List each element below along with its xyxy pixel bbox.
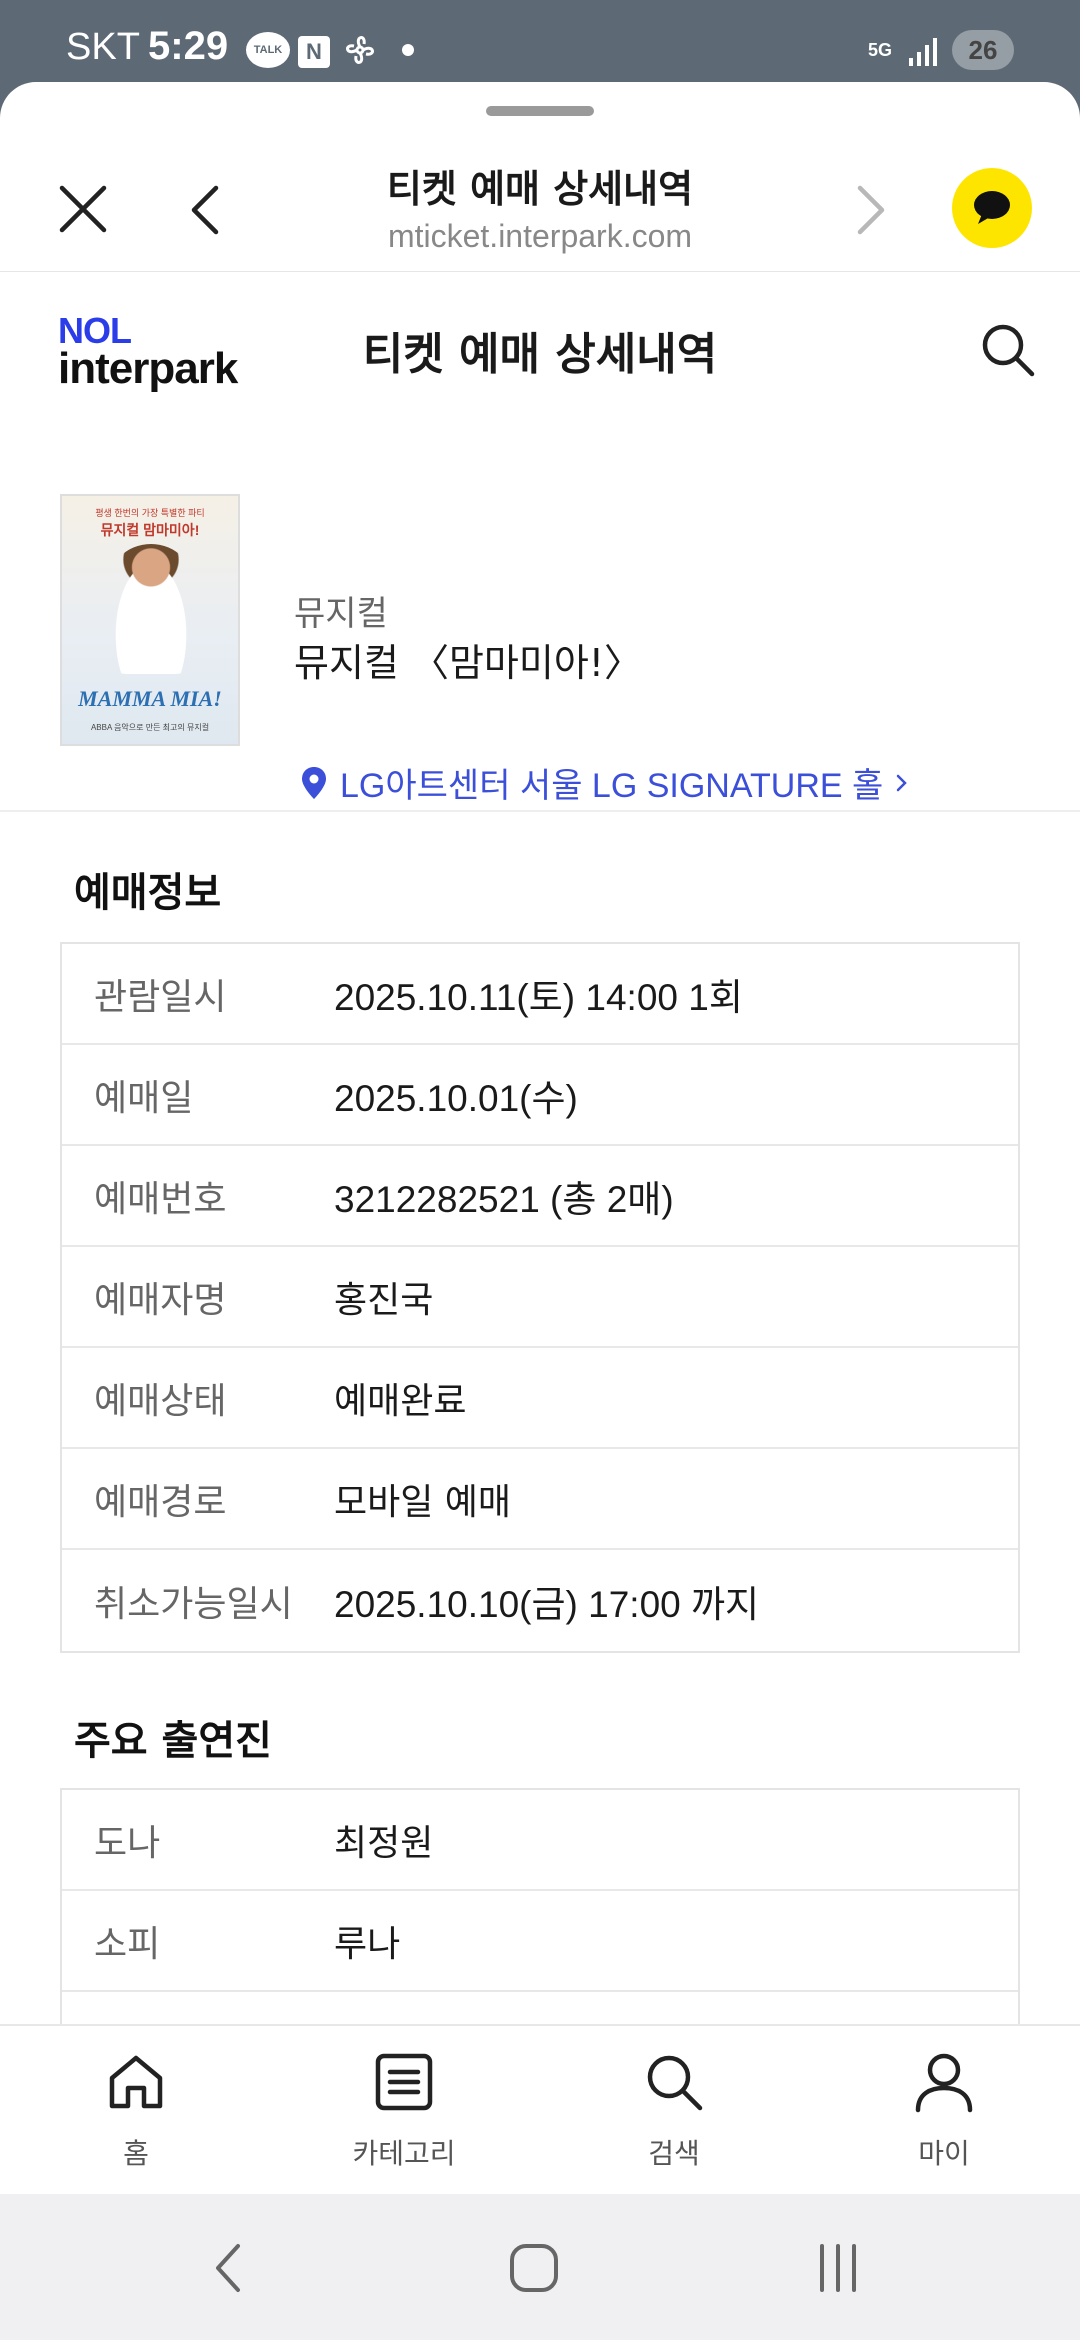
row-value: 최정원 bbox=[334, 1822, 434, 1864]
cast-title: 주요 출연진 bbox=[74, 1718, 272, 1764]
search-icon bbox=[647, 2055, 703, 2111]
product-summary: 평생 한번의 가장 특별한 파티 뮤지컬 맘마미아! MAMMA MIA! AB… bbox=[0, 432, 1080, 812]
booking-info-table: 관람일시 2025.10.11(토) 14:00 1회 예매일 2025.10.… bbox=[60, 942, 1020, 1653]
table-row: 관람일시 2025.10.11(토) 14:00 1회 bbox=[62, 944, 1018, 1045]
android-back-icon[interactable] bbox=[200, 2238, 260, 2298]
row-value: 2025.10.10(금) 17:00 까지 bbox=[334, 1583, 760, 1625]
carrier-label: SKT bbox=[66, 26, 140, 68]
product-name: 뮤지컬 〈맘마미아!〉 bbox=[294, 641, 643, 685]
battery-level: 26 bbox=[968, 34, 998, 65]
kakaotalk-icon: TALK bbox=[246, 32, 290, 68]
naver-icon: N bbox=[298, 36, 330, 68]
row-value: 2025.10.01(수) bbox=[334, 1077, 578, 1119]
table-row: 소피 루나 bbox=[62, 1891, 1018, 1992]
browser-toolbar: 티켓 예매 상세내역 mticket.interpark.com bbox=[0, 122, 1080, 272]
table-row: 도나 최정원 bbox=[62, 1790, 1018, 1891]
venue-name: LG아트센터 서울 LG SIGNATURE 홀 bbox=[340, 767, 884, 805]
table-row: 예매상태 예매완료 bbox=[62, 1348, 1018, 1449]
home-icon bbox=[109, 2055, 163, 2109]
poster-title: 뮤지컬 맘마미아! bbox=[100, 522, 200, 538]
table-row: 예매번호 3212282521 (총 2매) bbox=[62, 1146, 1018, 1247]
user-icon bbox=[915, 2053, 973, 2113]
logo-interpark-text: interpark bbox=[58, 344, 238, 393]
product-poster[interactable]: 평생 한번의 가장 특별한 파티 뮤지컬 맘마미아! MAMMA MIA! AB… bbox=[60, 494, 240, 746]
poster-brand: MAMMA MIA! bbox=[78, 686, 222, 711]
browser-url: mticket.interpark.com bbox=[387, 218, 693, 254]
fan-icon bbox=[340, 32, 380, 68]
nav-my[interactable]: 마이 bbox=[854, 2050, 1034, 2172]
signal-icon bbox=[906, 34, 940, 70]
page-title: 티켓 예매 상세내역 bbox=[362, 329, 718, 380]
row-label: 예매일 bbox=[94, 1077, 194, 1119]
booking-info-title: 예매정보 bbox=[74, 870, 222, 916]
venue-link[interactable]: LG아트센터 서울 LG SIGNATURE 홀 bbox=[300, 758, 909, 807]
row-label: 관람일시 bbox=[94, 976, 227, 1018]
nav-home-label: 홈 bbox=[123, 2137, 149, 2170]
table-row: 예매자명 홍진국 bbox=[62, 1247, 1018, 1348]
browser-sheet: 티켓 예매 상세내역 mticket.interpark.com NOL int… bbox=[0, 82, 1080, 2192]
chevron-right-icon bbox=[897, 774, 908, 791]
row-value: 루나 bbox=[334, 1923, 401, 1965]
site-header: NOL interpark 티켓 예매 상세내역 bbox=[0, 272, 1080, 432]
search-icon[interactable] bbox=[978, 320, 1038, 380]
row-value: 모바일 예매 bbox=[334, 1481, 512, 1523]
browser-title: 티켓 예매 상세내역 bbox=[386, 167, 694, 211]
forward-icon[interactable] bbox=[850, 180, 890, 240]
nav-my-label: 마이 bbox=[918, 2137, 970, 2170]
nav-category-label: 카테고리 bbox=[352, 2137, 456, 2170]
notification-dot-icon bbox=[402, 44, 414, 56]
nav-home[interactable]: 홈 bbox=[46, 2050, 226, 2172]
kakao-chat-icon[interactable] bbox=[952, 168, 1032, 248]
nav-category[interactable]: 카테고리 bbox=[314, 2050, 494, 2172]
bottom-nav: 홈 카테고리 검색 마이 bbox=[0, 2024, 1080, 2194]
android-recents-icon[interactable] bbox=[808, 2238, 868, 2298]
clock: 5:29 bbox=[148, 24, 229, 68]
row-label: 소피 bbox=[94, 1923, 161, 1965]
back-icon[interactable] bbox=[186, 180, 226, 240]
row-value: 2025.10.11(토) 14:00 1회 bbox=[334, 976, 743, 1018]
location-pin-icon bbox=[302, 766, 326, 799]
android-nav-bar bbox=[0, 2194, 1080, 2340]
row-label: 도나 bbox=[94, 1822, 161, 1864]
table-row: 예매경로 모바일 예매 bbox=[62, 1449, 1018, 1550]
close-icon[interactable] bbox=[56, 182, 110, 236]
row-label: 예매번호 bbox=[94, 1178, 227, 1220]
row-value: 예매완료 bbox=[334, 1380, 467, 1422]
sheet-drag-handle[interactable] bbox=[486, 106, 594, 116]
nav-search-label: 검색 bbox=[648, 2137, 700, 2170]
poster-footer: ABBA 음악으로 만든 최고의 뮤지컬 bbox=[90, 723, 210, 732]
table-row: 취소가능일시 2025.10.10(금) 17:00 까지 bbox=[62, 1550, 1018, 1651]
row-value: 홍진국 bbox=[334, 1279, 434, 1321]
category-icon bbox=[375, 2053, 433, 2111]
nav-search[interactable]: 검색 bbox=[584, 2050, 764, 2172]
poster-figure bbox=[106, 544, 196, 674]
row-label: 예매경로 bbox=[94, 1481, 227, 1523]
product-genre: 뮤지컬 bbox=[294, 594, 388, 634]
row-value: 3212282521 (총 2매) bbox=[334, 1178, 674, 1220]
poster-tagline: 평생 한번의 가장 특별한 파티 bbox=[95, 508, 205, 518]
table-row: 예매일 2025.10.01(수) bbox=[62, 1045, 1018, 1146]
android-home-icon[interactable] bbox=[504, 2238, 564, 2298]
battery-icon: 26 bbox=[952, 30, 1014, 70]
row-label: 취소가능일시 bbox=[94, 1583, 293, 1625]
row-label: 예매자명 bbox=[94, 1279, 227, 1321]
row-label: 예매상태 bbox=[94, 1380, 227, 1422]
5g-icon: 5G bbox=[867, 39, 892, 60]
